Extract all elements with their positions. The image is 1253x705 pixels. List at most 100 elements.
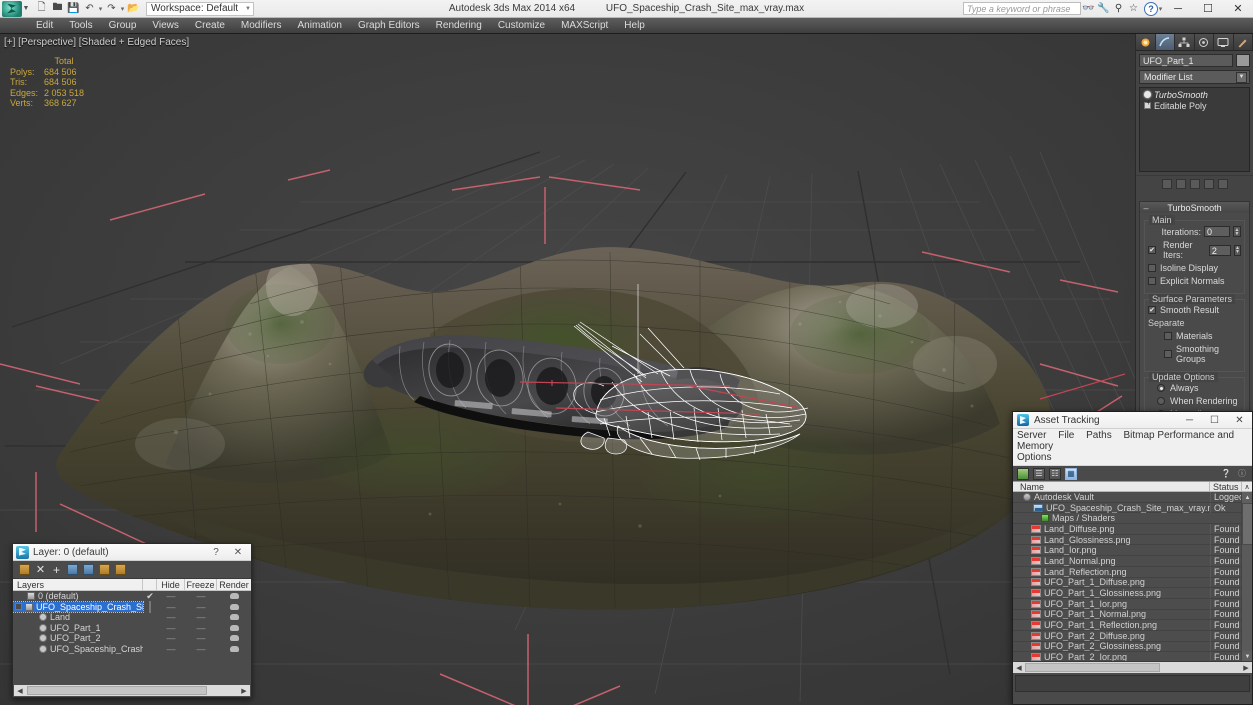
help-icon[interactable]: ? — [1144, 2, 1158, 16]
scroll-thumb[interactable] — [1025, 663, 1160, 672]
window-minimize-button[interactable]: ─ — [1163, 0, 1193, 18]
modify-tab[interactable] — [1156, 34, 1176, 50]
column-name[interactable]: Name — [1013, 482, 1210, 491]
layer-dialog[interactable]: Layer: 0 (default) ? ✕ ✕ + Layers Hide F… — [12, 543, 252, 698]
scroll-left-arrow-icon[interactable]: ◀ — [14, 685, 26, 696]
asset-vertical-scrollbar[interactable]: ▲ ▼ — [1241, 492, 1252, 662]
scroll-left-arrow-icon[interactable]: ◀ — [1013, 662, 1025, 673]
smoothing-groups-checkbox[interactable] — [1164, 350, 1172, 358]
asset-row-land-ior[interactable]: Land_Ior.png Found — [1013, 545, 1252, 556]
delete-layer-icon[interactable]: ✕ — [35, 564, 46, 575]
menu-tools[interactable]: Tools — [61, 18, 100, 34]
utilities-tab[interactable] — [1234, 34, 1253, 50]
hierarchy-tab[interactable] — [1175, 34, 1195, 50]
smooth-result-checkbox[interactable] — [1148, 306, 1156, 314]
binoculars-icon[interactable]: 👓 — [1081, 1, 1096, 17]
redo-dropdown-icon[interactable]: ▾ — [120, 5, 125, 13]
favorites-star-icon[interactable]: ☆ — [1126, 1, 1141, 17]
asset-row-ufo2-diffuse[interactable]: UFO_Part_2_Diffuse.png Found — [1013, 631, 1252, 642]
menu-edit[interactable]: Edit — [28, 18, 61, 34]
materials-row[interactable]: Materials — [1148, 331, 1241, 341]
menu-modifiers[interactable]: Modifiers — [233, 18, 290, 34]
add-layer-icon[interactable]: + — [51, 564, 62, 575]
asset-maximize-button[interactable]: ☐ — [1202, 412, 1227, 429]
layer-freeze-cell[interactable]: — — [185, 633, 217, 643]
hide-unhide-icon[interactable] — [115, 564, 126, 575]
asset-row-max-file[interactable]: UFO_Spaceship_Crash_Site_max_vray.max Ok — [1013, 503, 1252, 514]
layer-hide-cell[interactable]: — — [157, 602, 185, 612]
asset-row-ufo1-glossiness[interactable]: UFO_Part_1_Glossiness.png Found — [1013, 588, 1252, 599]
expand-plus-icon[interactable] — [1144, 102, 1151, 109]
asset-row-ufo2-ior[interactable]: UFO_Part_2_Ior.png Found — [1013, 652, 1252, 662]
create-tab[interactable] — [1136, 34, 1156, 50]
layer-dialog-close-button[interactable]: ✕ — [227, 544, 249, 561]
column-render[interactable]: Render — [217, 579, 251, 590]
asset-tracking-dialog[interactable]: Asset Tracking ─ ☐ ✕ Server File Paths B… — [1012, 411, 1253, 705]
new-file-icon[interactable]: 🗋 — [34, 1, 49, 16]
menu-customize[interactable]: Customize — [490, 18, 553, 34]
layer-render-cell[interactable] — [217, 623, 251, 633]
iterations-input[interactable]: 0 — [1204, 226, 1230, 237]
object-name-input[interactable]: UFO_Part_1 — [1139, 54, 1233, 67]
layer-freeze-cell[interactable]: — — [185, 612, 217, 622]
tree-view-icon[interactable]: ☷ — [1049, 468, 1061, 480]
window-close-button[interactable]: ✕ — [1223, 0, 1253, 18]
isoline-display-checkbox[interactable] — [1148, 264, 1156, 272]
open-file-icon[interactable]: 🖿 — [50, 1, 65, 16]
asset-menu-bitmap-performance[interactable]: Bitmap Performance and Memory — [1017, 430, 1234, 452]
scroll-right-arrow-icon[interactable]: ▶ — [1240, 662, 1252, 673]
layer-freeze-cell[interactable]: — — [185, 623, 217, 633]
layer-hide-cell[interactable]: — — [157, 591, 185, 601]
layer-render-cell[interactable] — [217, 591, 251, 601]
layer-row-land[interactable]: Land — — — [13, 612, 251, 623]
layer-freeze-cell[interactable]: — — [185, 602, 217, 612]
modifier-list-dropdown[interactable]: Modifier List ▼ — [1139, 70, 1250, 84]
asset-row-ufo1-reflection[interactable]: UFO_Part_1_Reflection.png Found — [1013, 620, 1252, 631]
max-logo-icon[interactable] — [2, 1, 22, 17]
column-layers[interactable]: Layers — [13, 579, 143, 590]
modifier-stack[interactable]: TurboSmooth Editable Poly — [1139, 87, 1250, 172]
asset-row-autodesk-vault[interactable]: Autodesk Vault Logged — [1013, 492, 1252, 503]
asset-row-maps-shaders[interactable]: Maps / Shaders — [1013, 513, 1252, 524]
object-color-swatch[interactable] — [1236, 54, 1250, 67]
workspace-chevron-icon[interactable]: ▼ — [245, 6, 251, 12]
sort-ascending-icon[interactable]: ∧ — [1242, 482, 1252, 491]
column-freeze[interactable]: Freeze — [185, 579, 217, 590]
asset-menu-server[interactable]: Server — [1017, 430, 1046, 441]
explicit-normals-row[interactable]: Explicit Normals — [1148, 276, 1241, 286]
save-icon[interactable]: 💾 — [66, 1, 81, 16]
asset-row-land-reflection[interactable]: Land_Reflection.png Found — [1013, 567, 1252, 578]
stack-item-editable-poly[interactable]: Editable Poly — [1141, 100, 1248, 111]
window-maximize-button[interactable]: ☐ — [1193, 0, 1223, 18]
layer-render-cell[interactable] — [217, 612, 251, 622]
layer-freeze-cell[interactable]: — — [185, 644, 217, 654]
asset-row-ufo1-ior[interactable]: UFO_Part_1_Ior.png Found — [1013, 599, 1252, 610]
layer-row-default[interactable]: 0 (default) ✔ — — — [13, 591, 251, 602]
remove-modifier-icon[interactable] — [1204, 179, 1214, 189]
isoline-display-row[interactable]: Isoline Display — [1148, 263, 1241, 273]
modifier-toggle-icon[interactable] — [1144, 91, 1151, 98]
highlight-selected-icon[interactable] — [99, 564, 110, 575]
new-layer-icon[interactable] — [19, 564, 30, 575]
grid-view-icon[interactable]: ▦ — [1065, 468, 1077, 480]
stack-item-turbosmooth[interactable]: TurboSmooth — [1141, 89, 1248, 100]
menu-help[interactable]: Help — [616, 18, 653, 34]
layer-row-ufo-part-2[interactable]: UFO_Part_2 — — — [13, 633, 251, 644]
subscription-icon[interactable]: ⚲ — [1111, 1, 1126, 17]
smoothing-groups-row[interactable]: Smoothing Groups — [1148, 344, 1241, 364]
explicit-normals-checkbox[interactable] — [1148, 277, 1156, 285]
smooth-result-row[interactable]: Smooth Result — [1148, 305, 1241, 315]
layer-hide-cell[interactable]: — — [157, 644, 185, 654]
scroll-thumb[interactable] — [27, 686, 207, 695]
layer-hide-cell[interactable]: — — [157, 612, 185, 622]
show-end-result-icon[interactable] — [1176, 179, 1186, 189]
asset-minimize-button[interactable]: ─ — [1177, 412, 1202, 429]
app-menu-chevron-icon[interactable]: ▼ — [22, 5, 30, 12]
layer-render-cell[interactable] — [217, 633, 251, 643]
scroll-right-arrow-icon[interactable]: ▶ — [238, 685, 250, 696]
asset-row-ufo1-diffuse[interactable]: UFO_Part_1_Diffuse.png Found — [1013, 578, 1252, 589]
asset-row-ufo2-glossiness[interactable]: UFO_Part_2_Glossiness.png Found — [1013, 642, 1252, 653]
asset-row-ufo1-normal[interactable]: UFO_Part_1_Normal.png Found — [1013, 610, 1252, 621]
scroll-down-arrow-icon[interactable]: ▼ — [1242, 651, 1252, 662]
layer-list[interactable]: 0 (default) ✔ — — UFO_Spaceship_Crash_Si… — [13, 591, 251, 679]
